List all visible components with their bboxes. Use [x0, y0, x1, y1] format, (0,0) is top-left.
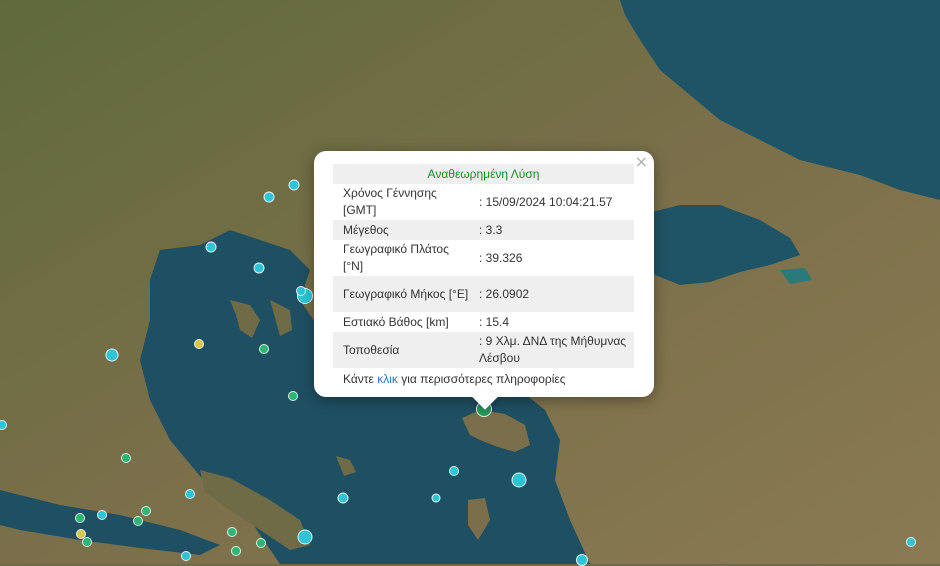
- close-icon[interactable]: ×: [635, 153, 648, 171]
- origin-time-label: Χρόνος Γέννησης [GMT]: [343, 186, 437, 217]
- details-table: Χρόνος Γέννησης [GMT] : 15/09/2024 10:04…: [333, 184, 634, 368]
- earthquake-marker[interactable]: [337, 492, 349, 504]
- location-value: : 9 Χλμ. ΔΝΔ της Μήθυμνας Λέσβου: [479, 334, 627, 365]
- earthquake-marker[interactable]: [297, 529, 313, 545]
- earthquake-marker[interactable]: [227, 527, 237, 537]
- depth-label: Εστιακό Βάθος [km]: [343, 314, 449, 329]
- more-info-text: Κάντε κλικ για περισσότερες πληροφορίες: [333, 368, 634, 386]
- earthquake-marker[interactable]: [253, 262, 265, 274]
- earthquake-marker[interactable]: [288, 391, 298, 401]
- table-row: Τοποθεσία : 9 Χλμ. ΔΝΔ της Μήθυμνας Λέσβ…: [333, 332, 634, 368]
- table-row: Γεωγραφικό Πλάτος [°N] : 39.326: [333, 240, 634, 276]
- earthquake-marker[interactable]: [449, 466, 459, 476]
- earthquake-marker[interactable]: [205, 241, 217, 253]
- earthquake-marker[interactable]: [288, 179, 300, 191]
- earthquake-marker[interactable]: [431, 493, 441, 503]
- earthquake-marker[interactable]: [263, 191, 275, 203]
- earthquake-marker[interactable]: [259, 344, 269, 354]
- earthquake-info-popup: × Αναθεωρημένη Λύση Χρόνος Γέννησης [GMT…: [314, 151, 654, 410]
- earthquake-marker[interactable]: [194, 339, 204, 349]
- depth-value: : 15.4: [479, 314, 510, 329]
- popup-content: Αναθεωρημένη Λύση Χρόνος Γέννησης [GMT] …: [333, 164, 634, 386]
- longitude-label: Γεωγραφικό Μήκος [°E]: [343, 286, 469, 301]
- longitude-value: : 26.0902: [479, 286, 530, 301]
- earthquake-marker[interactable]: [97, 510, 107, 520]
- magnitude-label: Μέγεθος: [343, 222, 389, 237]
- earthquake-marker[interactable]: [133, 516, 143, 526]
- popup-title: Αναθεωρημένη Λύση: [333, 164, 634, 184]
- earthquake-marker[interactable]: [75, 513, 85, 523]
- earthquake-marker[interactable]: [105, 348, 119, 362]
- location-label: Τοποθεσία: [343, 342, 400, 357]
- latitude-value: : 39.326: [479, 250, 523, 265]
- table-row: Εστιακό Βάθος [km] : 15.4: [333, 312, 634, 332]
- table-row: Γεωγραφικό Μήκος [°E] : 26.0902: [333, 276, 634, 312]
- magnitude-value: : 3.3: [479, 222, 503, 237]
- earthquake-marker[interactable]: [181, 551, 191, 561]
- earthquake-marker[interactable]: [511, 472, 527, 488]
- table-row: Μέγεθος : 3.3: [333, 220, 634, 240]
- earthquake-marker[interactable]: [296, 286, 306, 296]
- earthquake-marker[interactable]: [82, 537, 92, 547]
- more-info-prefix: Κάντε: [343, 372, 378, 386]
- earthquake-marker[interactable]: [121, 453, 131, 463]
- earthquake-marker[interactable]: [231, 546, 241, 556]
- origin-time-value: : 15/09/2024 10:04:21.57: [479, 194, 613, 209]
- more-info-link[interactable]: κλικ: [377, 372, 398, 386]
- table-row: Χρόνος Γέννησης [GMT] : 15/09/2024 10:04…: [333, 184, 634, 220]
- earthquake-marker[interactable]: [141, 506, 151, 516]
- earthquake-marker[interactable]: [576, 554, 588, 566]
- more-info-suffix: για περισσότερες πληροφορίες: [397, 372, 566, 386]
- earthquake-marker[interactable]: [185, 489, 195, 499]
- earthquake-marker[interactable]: [256, 538, 266, 548]
- latitude-label: Γεωγραφικό Πλάτος [°N]: [343, 242, 449, 273]
- earthquake-marker[interactable]: [906, 537, 916, 547]
